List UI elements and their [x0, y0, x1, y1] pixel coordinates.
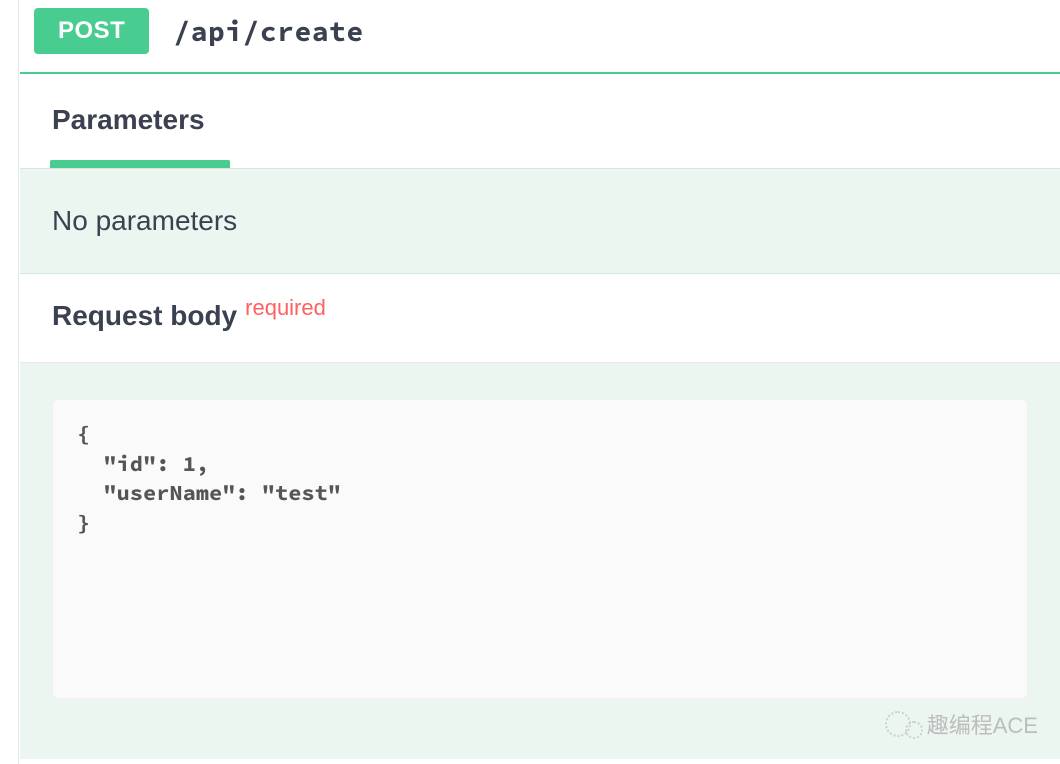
operation-block: POST /api/create Parameters No parameter… [20, 0, 1060, 759]
http-method-badge: POST [34, 8, 149, 54]
parameters-header: Parameters [20, 74, 1060, 164]
watermark: 趣编程ACE [885, 708, 1038, 740]
operation-sections: Parameters No parameters Request body re… [20, 72, 1060, 759]
operation-summary[interactable]: POST /api/create [20, 0, 1060, 62]
wechat-icon [905, 721, 923, 739]
required-badge: required [245, 295, 326, 321]
left-border [18, 0, 19, 764]
request-body-example[interactable]: { "id": 1, "userName": "test" } [52, 399, 1028, 699]
request-body-json: { "id": 1, "userName": "test" } [77, 420, 1003, 539]
endpoint-path: /api/create [173, 13, 363, 49]
active-tab-underline [50, 160, 230, 168]
parameters-tab[interactable]: Parameters [52, 104, 205, 136]
watermark-text: 趣编程ACE [927, 708, 1038, 740]
no-parameters-message: No parameters [20, 168, 1060, 274]
request-body-section: { "id": 1, "userName": "test" } [20, 363, 1060, 759]
request-body-label: Request body [52, 300, 237, 332]
request-body-header: Request body required [20, 274, 1060, 363]
